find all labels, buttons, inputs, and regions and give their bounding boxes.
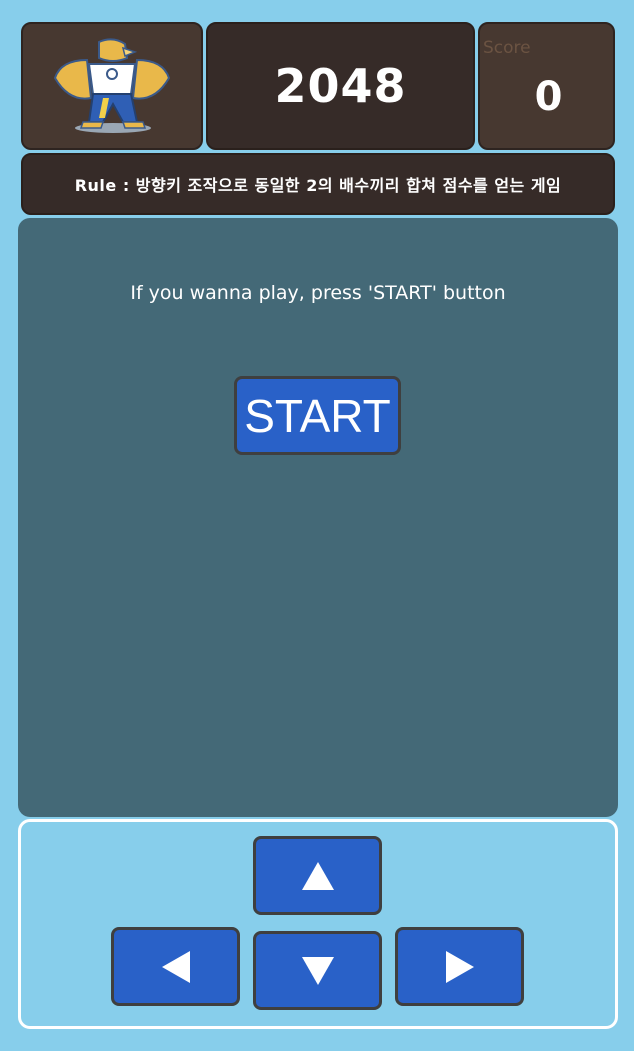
rule-banner: Rule : 방향키 조작으로 동일한 2의 배수끼리 합쳐 점수를 얻는 게임	[21, 153, 615, 215]
logo-panel	[21, 22, 203, 150]
title-panel: 2048	[206, 22, 475, 150]
right-button[interactable]	[395, 927, 524, 1006]
start-button[interactable]: START	[234, 376, 401, 455]
score-panel: Score 0	[478, 22, 615, 150]
score-value: 0	[534, 74, 563, 120]
left-button[interactable]	[111, 927, 240, 1006]
triangle-right-icon	[445, 950, 474, 983]
triangle-left-icon	[161, 950, 190, 983]
game-board: If you wanna play, press 'START' button …	[18, 218, 618, 817]
arrow-controls	[18, 819, 618, 1029]
game-title: 2048	[274, 59, 407, 113]
up-button[interactable]	[253, 836, 382, 915]
triangle-down-icon	[301, 956, 334, 985]
rule-text: Rule : 방향키 조작으로 동일한 2의 배수끼리 합쳐 점수를 얻는 게임	[74, 176, 562, 195]
score-label: Score	[483, 38, 531, 58]
triangle-up-icon	[301, 861, 334, 890]
down-button[interactable]	[253, 931, 382, 1010]
play-instruction: If you wanna play, press 'START' button	[130, 282, 506, 304]
mascot-logo	[53, 38, 171, 133]
